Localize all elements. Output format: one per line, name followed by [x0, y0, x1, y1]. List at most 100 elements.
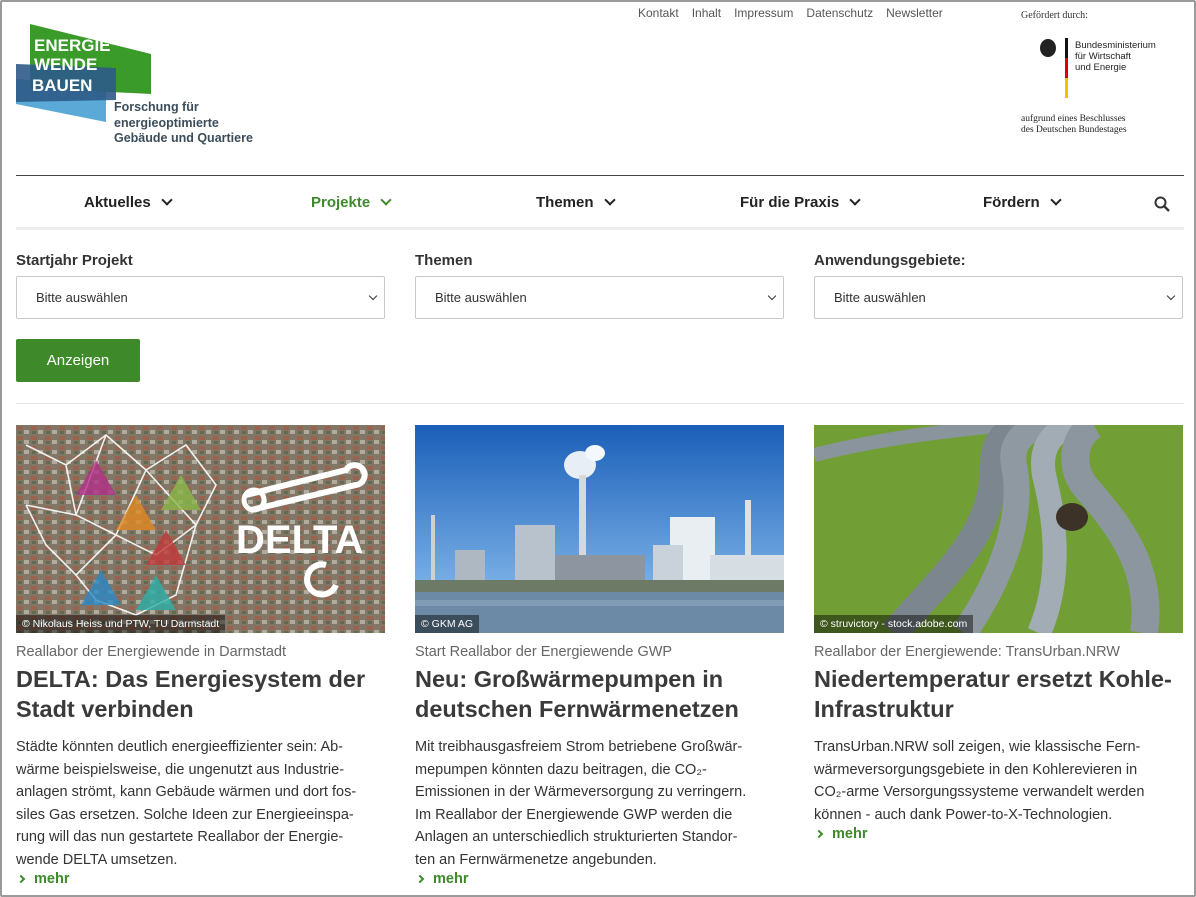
chevron-down-icon [767, 291, 777, 301]
chevron-right-icon [814, 829, 824, 839]
nav-label: Für die Praxis [740, 194, 840, 211]
pipes-image [814, 425, 1183, 633]
main-nav: Aktuelles Projekte Themen Für die Praxis… [16, 176, 1184, 230]
delta-wordmark: DELTA [236, 518, 363, 562]
utility-link-newsletter[interactable]: Newsletter [886, 6, 943, 20]
more-link[interactable]: mehr [415, 871, 784, 887]
filter-anwendungsgebiete: Anwendungsgebiete: Bitte auswählen [814, 252, 1183, 319]
utility-link-inhalt[interactable]: Inhalt [692, 6, 721, 20]
select-value: Bitte auswählen [435, 290, 527, 305]
card-title[interactable]: Neu: Großwärmepumpen in deutschen Fernwä… [415, 664, 784, 724]
ministry-line: Bundesministerium [1075, 40, 1156, 51]
card-image[interactable]: © GKM AG [415, 425, 784, 633]
themen-select[interactable]: Bitte auswählen [415, 276, 784, 319]
nav-label: Aktuelles [84, 194, 151, 211]
utility-link-datenschutz[interactable]: Datenschutz [806, 6, 873, 20]
nav-item-aktuelles[interactable]: Aktuelles [84, 194, 173, 211]
card-text-line: Anlagen an unterschiedlich strukturierte… [415, 829, 738, 845]
filter-label: Startjahr Projekt [16, 252, 133, 269]
utility-link-kontakt[interactable]: Kontakt [638, 6, 679, 20]
card-title[interactable]: Niedertemperatur ersetzt Kohle-Infrastru… [814, 664, 1183, 724]
card-text-line: wärme beispielsweise, die ungenutzt aus … [16, 761, 345, 778]
card-text-line: CO₂-arme Versorgungssysteme verwandelt w… [814, 784, 1145, 800]
more-label: mehr [832, 826, 868, 842]
card-text-line: Emissionen in der Wärmeversorgung zu ver… [415, 784, 747, 800]
eagle-icon [1040, 38, 1068, 98]
page-frame: Kontakt Inhalt Impressum Datenschutz New… [0, 0, 1196, 897]
nav-item-projekte[interactable]: Projekte [311, 194, 392, 211]
card-kicker: Reallabor der Energiewende in Darmstadt [16, 644, 287, 660]
sponsor-block: Gefördert durch: Bundesministerium für W… [1021, 10, 1181, 135]
logo-text-1: ENERGIE [34, 36, 111, 55]
card-text-line: siles Gas ersetzen. Solche Ideen zur Ene… [16, 806, 354, 823]
note-line: aufgrund eines Beschlusses [1021, 114, 1126, 124]
card-text-line: können - auch dank Power-to-X-Technologi… [814, 806, 1113, 823]
anwendungsgebiete-select[interactable]: Bitte auswählen [814, 276, 1183, 319]
card-text-line: rung will das nun gestartete Reallabor d… [16, 829, 344, 845]
logo-text-3: BAUEN [32, 76, 92, 95]
utility-nav: Kontakt Inhalt Impressum Datenschutz New… [638, 6, 956, 20]
project-card-transurban: © struvictory - stock.adobe.com Reallabo… [814, 425, 1183, 842]
card-text-line: anlagen strömt, kann Gebäude wärmen und … [16, 784, 357, 800]
filter-startjahr: Startjahr Projekt Bitte auswählen [16, 252, 385, 319]
more-label: mehr [34, 871, 70, 887]
card-text: TransUrban.NRW soll zeigen, wie klassisc… [814, 736, 1183, 826]
card-text-line: Mit treibhausgasfreiem Strom betriebene … [415, 739, 743, 755]
chevron-down-icon [849, 194, 861, 206]
ministry-line: für Wirtschaft [1075, 51, 1131, 62]
select-value: Bitte auswählen [834, 290, 926, 305]
content-divider [16, 403, 1184, 404]
card-text-line: TransUrban.NRW soll zeigen, wie klassisc… [814, 739, 1141, 755]
chevron-down-icon [1166, 291, 1176, 301]
card-text-line: wende DELTA umsetzen. [16, 851, 178, 868]
chevron-down-icon [380, 194, 392, 206]
search-icon[interactable] [1154, 196, 1170, 212]
card-kicker: Start Reallabor der Energiewende GWP [415, 644, 673, 660]
image-credit: © Nikolaus Heiss und PTW, TU Darmstadt [16, 615, 226, 633]
more-link[interactable]: mehr [16, 871, 385, 887]
card-text-line: Städte könnten deutlich energieeffizient… [16, 739, 344, 755]
nav-item-praxis[interactable]: Für die Praxis [740, 194, 861, 211]
chevron-down-icon [368, 291, 378, 301]
utility-link-impressum[interactable]: Impressum [734, 6, 793, 20]
show-button[interactable]: Anzeigen [16, 339, 140, 382]
filter-label: Themen [415, 252, 473, 269]
card-image[interactable]: © struvictory - stock.adobe.com [814, 425, 1183, 633]
image-credit: © struvictory - stock.adobe.com [814, 615, 974, 633]
bundestag-note: aufgrund eines Beschlusses des Deutschen… [1021, 114, 1181, 136]
more-label: mehr [433, 871, 469, 887]
more-link[interactable]: mehr [814, 826, 1183, 842]
note-line: des Deutschen Bundestages [1021, 125, 1127, 135]
card-kicker: Reallabor der Energiewende: TransUrban.N… [814, 644, 1120, 660]
card-text: Städte könnten deutlich energieeffizient… [16, 736, 385, 871]
ministry-line: und Energie [1075, 62, 1127, 73]
project-card-gwp: © GKM AG Start Reallabor der Energiewend… [415, 425, 784, 887]
card-text-line: wärmeversorgungsgebiete in den Kohlerevi… [814, 761, 1138, 778]
nav-label: Themen [536, 194, 594, 211]
card-text-line: mepumpen könnten dazu beitragen, die CO₂… [415, 761, 707, 778]
ministry-name: Bundesministerium für Wirtschaft und Ene… [1075, 40, 1156, 73]
sponsor-label: Gefördert durch: [1021, 10, 1088, 21]
filter-themen: Themen Bitte auswählen [415, 252, 784, 319]
image-credit: © GKM AG [415, 615, 480, 633]
chevron-down-icon [1050, 194, 1062, 206]
card-text-line: Im Reallabor der Energiewende GWP werden… [415, 806, 733, 823]
startjahr-select[interactable]: Bitte auswählen [16, 276, 385, 319]
nav-label: Projekte [311, 194, 371, 211]
card-text: Mit treibhausgasfreiem Strom betriebene … [415, 736, 784, 871]
chevron-down-icon [161, 194, 173, 206]
card-image[interactable]: DELTA © Nikolaus Heiss und PTW, TU Darms… [16, 425, 385, 633]
logo-tagline-line: Gebäude und Quartiere [114, 131, 253, 145]
nav-item-foerdern[interactable]: Fördern [983, 194, 1062, 211]
nav-item-themen[interactable]: Themen [536, 194, 616, 211]
chevron-down-icon [603, 194, 616, 206]
logo-tagline: Forschung für energieoptimierte Gebäude … [114, 100, 253, 147]
filter-label: Anwendungsgebiete: [814, 252, 966, 269]
project-card-delta: DELTA © Nikolaus Heiss und PTW, TU Darms… [16, 425, 385, 887]
chevron-right-icon [16, 874, 26, 884]
logo-tagline-line: Forschung für [114, 100, 199, 114]
nav-label: Fördern [983, 194, 1040, 211]
chevron-right-icon [415, 874, 425, 884]
card-text-line: ten an Fernwärmenetze angebunden. [415, 851, 657, 868]
card-title[interactable]: DELTA: Das Energiesystem der Stadt verbi… [16, 664, 385, 724]
